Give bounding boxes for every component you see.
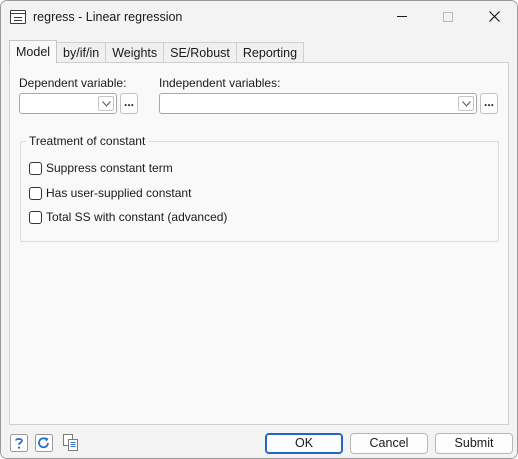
dependent-variable-combo[interactable] <box>19 93 117 114</box>
close-icon <box>488 11 500 22</box>
independent-variables-combo[interactable] <box>159 93 477 114</box>
cancel-button[interactable]: Cancel <box>350 433 428 454</box>
maximize-button <box>425 1 471 32</box>
maximize-icon <box>443 11 453 22</box>
user-supplied-constant-option[interactable]: Has user-supplied constant <box>29 185 191 201</box>
copy-command-button[interactable] <box>61 433 81 453</box>
independent-variables-label: Independent variables: <box>159 76 281 90</box>
help-button[interactable] <box>9 433 29 453</box>
dialog-button-bar: OK Cancel Submit <box>1 426 517 458</box>
user-supplied-constant-label: Has user-supplied constant <box>46 186 192 200</box>
dependent-dropdown-button[interactable] <box>98 96 114 111</box>
total-ss-constant-option[interactable]: Total SS with constant (advanced) <box>29 209 227 225</box>
tab-model[interactable]: Model <box>9 40 58 63</box>
independent-dropdown-button[interactable] <box>458 96 474 111</box>
user-supplied-constant-checkbox[interactable] <box>29 186 42 200</box>
total-ss-constant-checkbox[interactable] <box>29 210 42 224</box>
regress-dialog: regress - Linear regression Model by/if/… <box>0 0 518 459</box>
help-icon <box>10 434 28 452</box>
reset-button[interactable] <box>34 433 54 453</box>
tab-weights[interactable]: Weights <box>105 42 165 63</box>
chevron-down-icon <box>101 100 111 107</box>
suppress-constant-label: Suppress constant term <box>46 161 173 175</box>
ok-button[interactable]: OK <box>265 433 343 454</box>
window-title: regress - Linear regression <box>33 10 183 24</box>
suppress-constant-checkbox[interactable] <box>29 161 42 175</box>
copy-command-icon <box>63 434 78 451</box>
dependent-browse-button[interactable]: ... <box>120 93 138 114</box>
close-button[interactable] <box>471 1 517 32</box>
chevron-down-icon <box>461 100 471 107</box>
suppress-constant-option[interactable]: Suppress constant term <box>29 160 173 176</box>
minimize-icon <box>397 16 407 17</box>
reset-icon <box>35 434 53 452</box>
title-bar: regress - Linear regression <box>1 1 517 34</box>
model-tab-panel <box>9 62 509 425</box>
tab-strip: Model by/if/in Weights SE/Robust Reporti… <box>9 40 305 63</box>
minimize-button[interactable] <box>379 1 425 32</box>
constant-treatment-title: Treatment of constant <box>26 134 149 148</box>
tab-se-robust[interactable]: SE/Robust <box>163 42 237 63</box>
tab-reporting[interactable]: Reporting <box>235 42 305 63</box>
dialog-app-icon <box>10 10 26 24</box>
independent-browse-button[interactable]: ... <box>480 93 498 114</box>
dependent-variable-label: Dependent variable: <box>19 76 127 90</box>
submit-button[interactable]: Submit <box>435 433 513 454</box>
tab-by-if-in[interactable]: by/if/in <box>56 42 107 63</box>
total-ss-constant-label: Total SS with constant (advanced) <box>46 210 228 224</box>
